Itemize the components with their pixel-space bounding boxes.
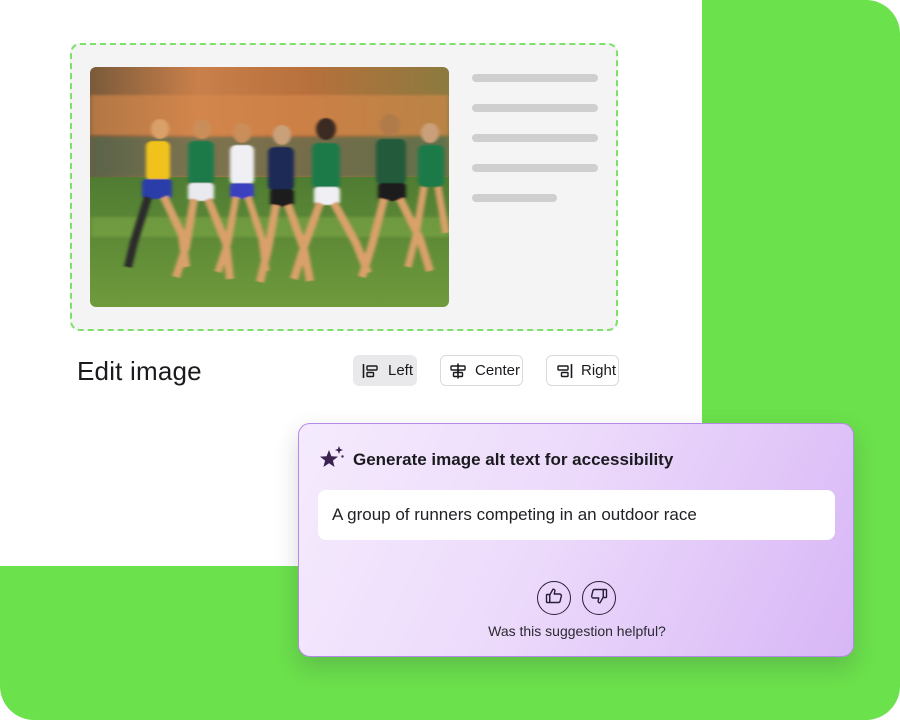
- placeholder-text-line: [472, 104, 598, 112]
- placeholder-text-line: [472, 194, 557, 202]
- placeholder-text-line: [472, 164, 598, 172]
- align-center-button[interactable]: Center: [440, 355, 523, 386]
- align-left-icon: [362, 363, 380, 379]
- sparkle-star-icon: [319, 444, 345, 475]
- align-left-label: Left: [388, 362, 414, 379]
- align-right-button[interactable]: Right: [546, 355, 619, 386]
- placeholder-text-line: [472, 74, 598, 82]
- thumbs-down-icon: [590, 587, 608, 610]
- align-center-label: Center: [475, 362, 521, 379]
- runners-photo[interactable]: [90, 67, 449, 307]
- thumbs-up-icon: [545, 587, 563, 610]
- edit-image-title: Edit image: [77, 356, 202, 386]
- align-left-button[interactable]: Left: [353, 355, 417, 386]
- thumbs-down-button[interactable]: [582, 581, 616, 615]
- ai-alt-text-panel: Generate image alt text for accessibilit…: [298, 423, 854, 657]
- align-right-icon: [555, 363, 573, 379]
- placeholder-text-line: [472, 134, 598, 142]
- align-right-label: Right: [581, 362, 617, 379]
- ai-panel-header: Generate image alt text for accessibilit…: [319, 444, 673, 475]
- thumbs-up-button[interactable]: [537, 581, 571, 615]
- align-center-icon: [449, 363, 467, 379]
- feedback-prompt: Was this suggestion helpful?: [488, 623, 666, 639]
- alt-text-suggestion-field[interactable]: A group of runners competing in an outdo…: [318, 490, 835, 540]
- ai-panel-title: Generate image alt text for accessibilit…: [353, 449, 674, 469]
